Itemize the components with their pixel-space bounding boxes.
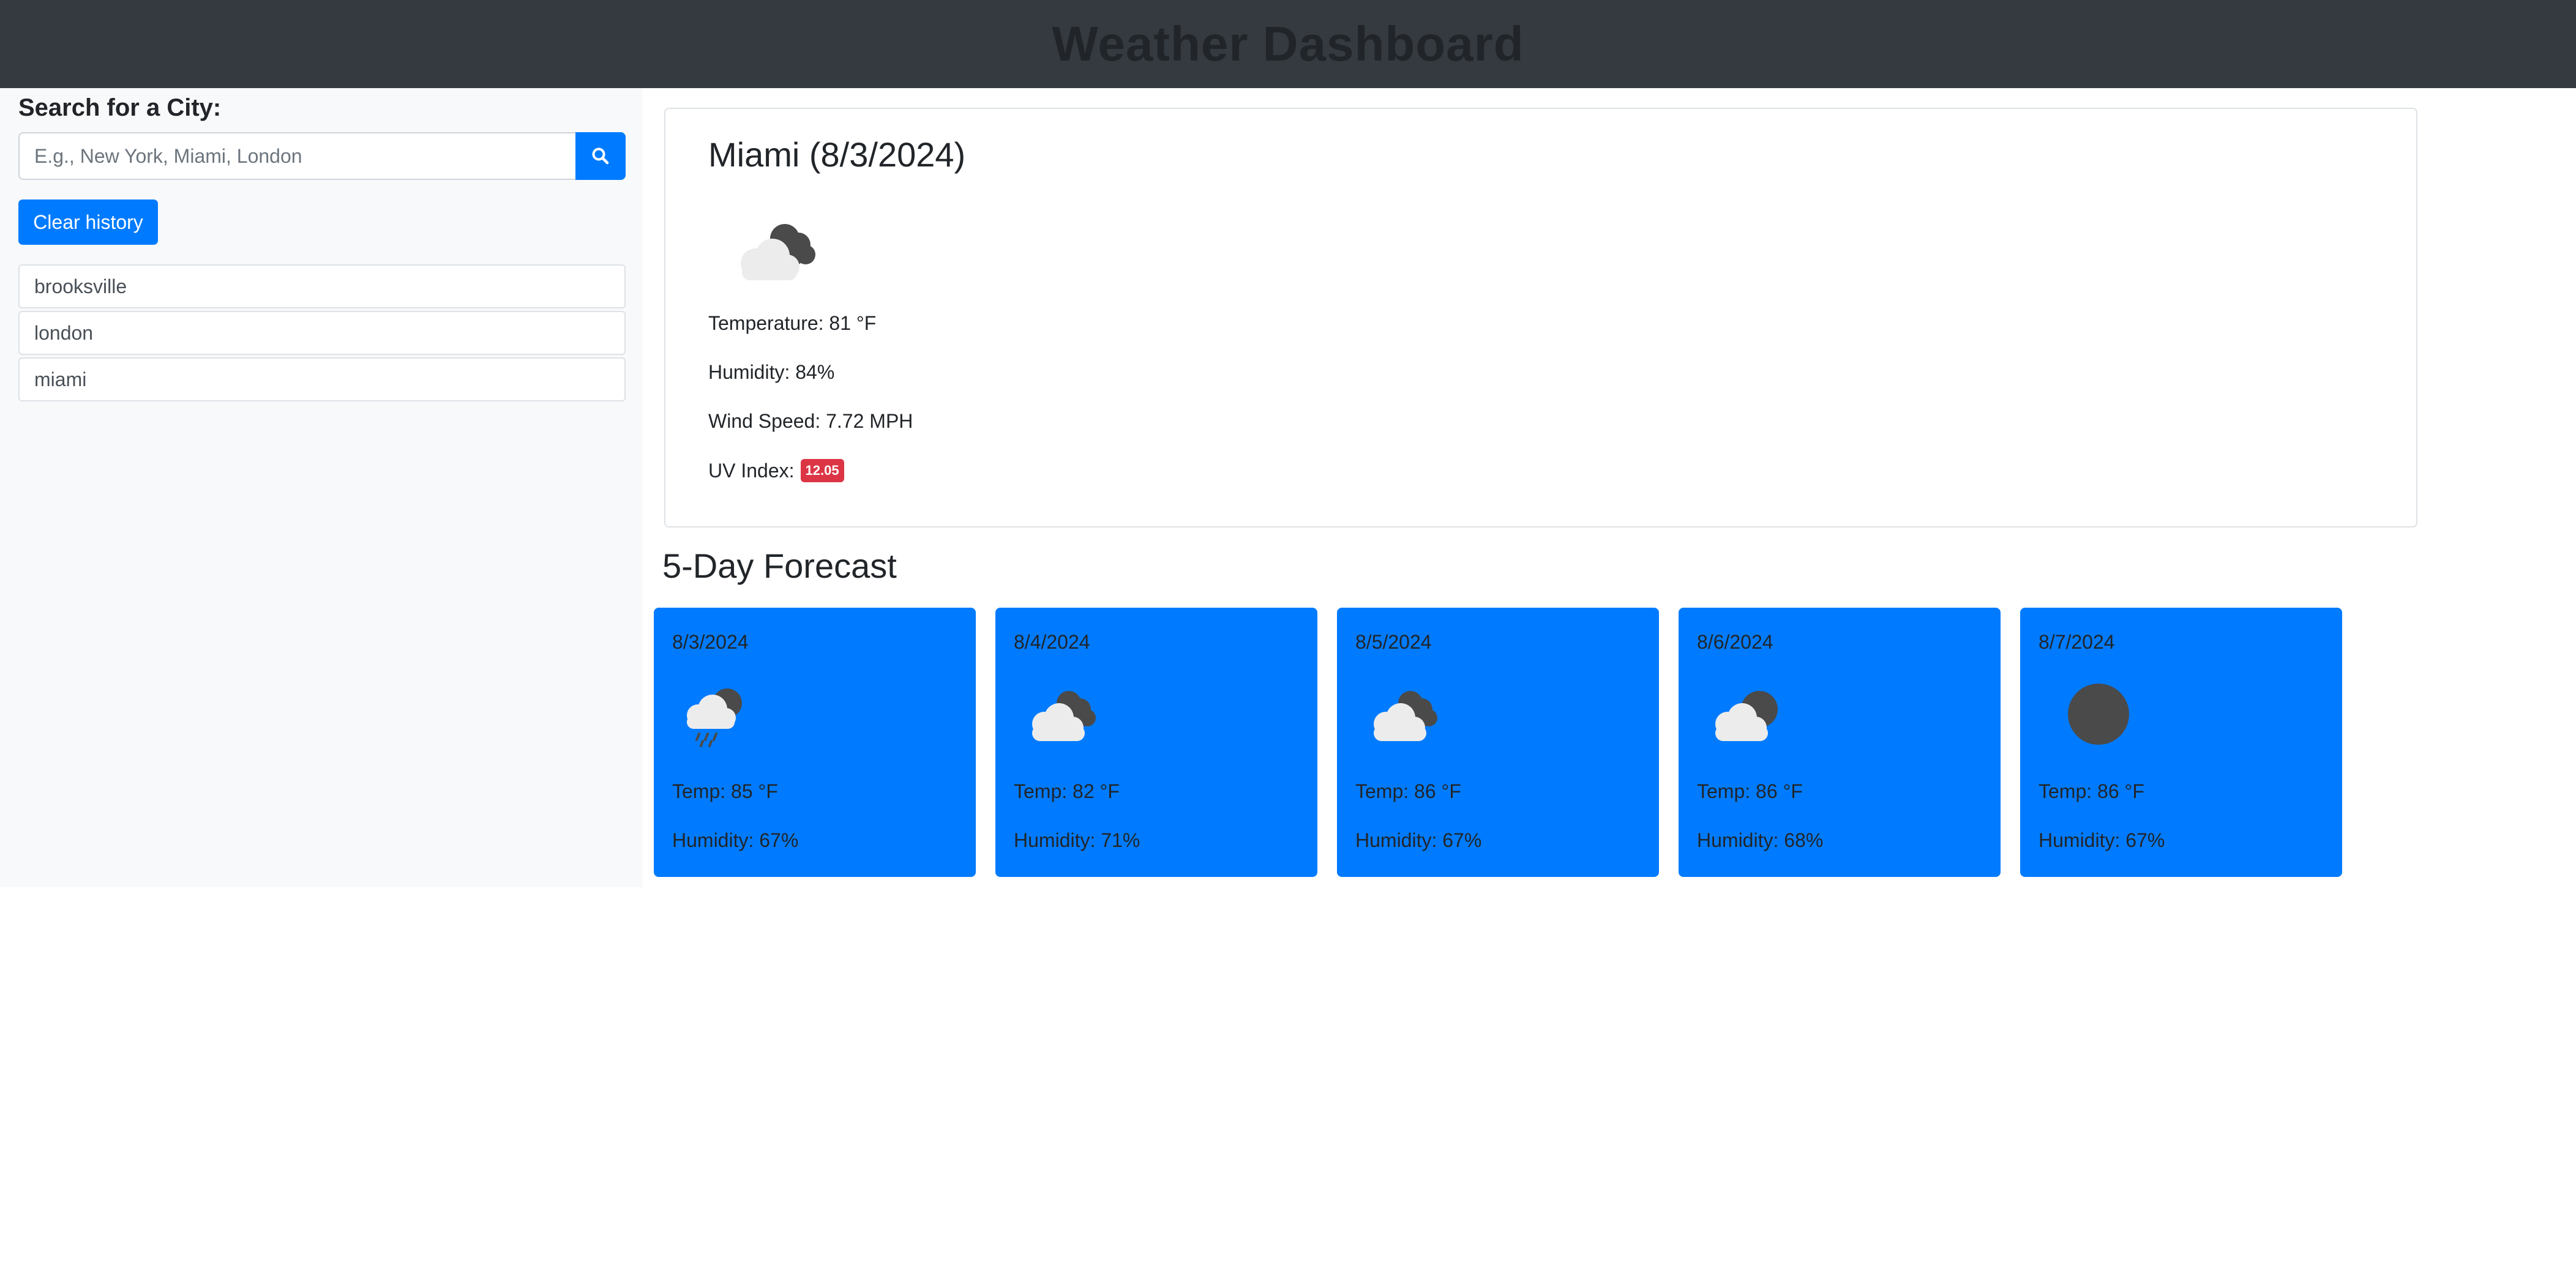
- current-wind-speed: Wind Speed: 7.72 MPH: [708, 410, 913, 432]
- search-form: [18, 132, 626, 180]
- forecast-title: 5-Day Forecast: [662, 546, 897, 585]
- uv-index-badge: 12.05: [800, 459, 844, 482]
- forecast-card-day-5: 8/7/2024 Temp: 86 °F Humidity: 67%: [2020, 608, 2342, 877]
- forecast-humidity: Humidity: 68%: [1697, 829, 1824, 851]
- forecast-date: 8/4/2024: [1014, 631, 1090, 653]
- forecast-card-day-1: 8/3/2024 Temp: 85 °F Humidity: 67%: [654, 608, 976, 877]
- forecast-temp: Temp: 85 °F: [672, 780, 778, 802]
- clear-sky-icon: [2045, 675, 2136, 748]
- forecast-temp: Temp: 86 °F: [2039, 780, 2144, 802]
- clear-history-button[interactable]: Clear history: [18, 200, 158, 245]
- search-heading: Search for a City:: [18, 94, 222, 121]
- cloudy-icon: [1361, 675, 1453, 748]
- uv-index-label: UV Index:: [708, 459, 795, 482]
- history-item-brooksville[interactable]: brooksville: [18, 264, 626, 308]
- forecast-humidity: Humidity: 67%: [1355, 829, 1482, 851]
- forecast-temp: Temp: 86 °F: [1697, 780, 1803, 802]
- forecast-temp: Temp: 86 °F: [1355, 780, 1461, 802]
- history-item-miami[interactable]: miami: [18, 357, 626, 401]
- forecast-date: 8/6/2024: [1697, 631, 1773, 653]
- current-weather-card: Miami (8/3/2024) Temperature: 81 °F Humi…: [664, 108, 2417, 528]
- current-city-title: Miami (8/3/2024): [708, 135, 966, 174]
- search-button[interactable]: [575, 132, 626, 180]
- forecast-card-day-4: 8/6/2024 Temp: 86 °F Humidity: 68%: [1679, 608, 2001, 877]
- forecast-date: 8/5/2024: [1355, 631, 1432, 653]
- history-item-london[interactable]: london: [18, 311, 626, 355]
- sidebar: Search for a City: Clear history brooksv…: [0, 88, 643, 887]
- forecast-humidity: Humidity: 71%: [1014, 829, 1140, 851]
- forecast-date: 8/3/2024: [672, 631, 749, 653]
- search-input[interactable]: [18, 132, 575, 180]
- search-history-list: brooksville london miami: [18, 264, 626, 404]
- forecast-row: 8/3/2024 Temp: 85 °F Humidity: 67% 8/4/2…: [654, 608, 2342, 877]
- forecast-humidity: Humidity: 67%: [2039, 829, 2165, 851]
- current-temperature: Temperature: 81 °F: [708, 312, 877, 334]
- rain-icon: [678, 675, 770, 748]
- search-icon: [592, 147, 609, 165]
- partly-cloudy-icon: [1703, 675, 1795, 748]
- cloudy-icon: [1020, 675, 1112, 748]
- forecast-date: 8/7/2024: [2039, 631, 2115, 653]
- current-humidity: Humidity: 84%: [708, 361, 835, 383]
- forecast-card-day-2: 8/4/2024 Temp: 82 °F Humidity: 71%: [995, 608, 1317, 877]
- page-header: Weather Dashboard: [0, 0, 2576, 88]
- page-title: Weather Dashboard: [1052, 17, 1524, 71]
- uv-index-row: UV Index: 12.05: [708, 459, 844, 482]
- forecast-card-day-3: 8/5/2024 Temp: 86 °F Humidity: 67%: [1337, 608, 1659, 877]
- forecast-humidity: Humidity: 67%: [672, 829, 799, 851]
- cloudy-icon: [724, 213, 834, 293]
- forecast-temp: Temp: 82 °F: [1014, 780, 1120, 802]
